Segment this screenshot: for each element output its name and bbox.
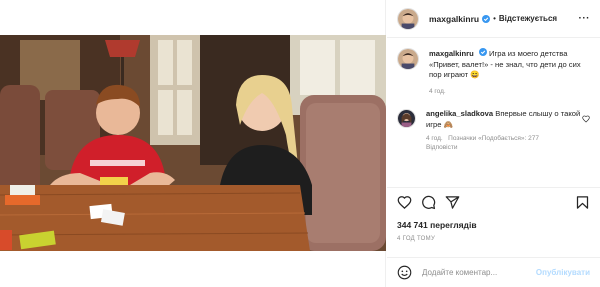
view-count[interactable]: 344 741 переглядів	[397, 220, 477, 230]
bookmark-icon[interactable]	[575, 195, 590, 210]
heart-icon[interactable]	[397, 195, 412, 210]
media-panel	[0, 0, 386, 287]
post-caption: maxgalkinru Игра из моего детства «Приве…	[387, 38, 600, 97]
more-options-icon[interactable]: ···	[579, 13, 591, 24]
video-frame	[0, 35, 386, 251]
comment-meta: 4 год. Позначки «Подобається»: 277 Відпо…	[426, 134, 584, 152]
post-video[interactable]	[0, 35, 386, 251]
comment-item: angelika_sladkova Впервые слышу о такой …	[387, 97, 600, 152]
caption-body: maxgalkinru Игра из моего детства «Приве…	[429, 48, 589, 97]
following-button[interactable]: Відстежується	[499, 14, 557, 23]
separator-dot: •	[493, 14, 496, 23]
commenter-avatar-image	[398, 110, 415, 127]
caption-author-avatar[interactable]	[397, 48, 419, 70]
comment-body: angelika_sladkova Впервые слышу о такой …	[426, 109, 584, 152]
commenter-avatar[interactable]	[397, 109, 416, 128]
emoji-smile-icon[interactable]	[397, 265, 412, 280]
comment-time: 4 год.	[426, 135, 443, 142]
post-time: 4 ГОД ТОМУ	[397, 236, 436, 242]
caption-username[interactable]: maxgalkinru	[429, 49, 474, 58]
comment-likes-link[interactable]: Позначки «Подобається»: 277	[448, 135, 539, 142]
commenter-username[interactable]: angelika_sladkova	[426, 109, 493, 118]
author-avatar[interactable]	[397, 7, 419, 30]
reply-link[interactable]: Відповісти	[426, 144, 457, 151]
verified-badge-icon	[482, 14, 491, 23]
author-avatar-image	[398, 8, 418, 29]
comment-input[interactable]	[422, 268, 532, 277]
caption-verified-badge-icon	[478, 48, 487, 56]
comment-bubble-icon[interactable]	[421, 195, 436, 210]
author-username[interactable]: maxgalkinru	[429, 14, 479, 24]
post-header: maxgalkinru • Відстежується ···	[387, 0, 600, 38]
comment-heart-icon[interactable]	[582, 115, 590, 123]
paper-plane-icon[interactable]	[445, 195, 460, 210]
caption-time: 4 год.	[429, 87, 446, 95]
post-side-panel: maxgalkinru • Відстежується ··· maxgalki…	[387, 0, 600, 287]
caption-avatar-image	[398, 49, 418, 69]
action-bar	[387, 187, 600, 210]
comment-composer: Опублікувати	[387, 257, 600, 287]
publish-button[interactable]: Опублікувати	[536, 268, 590, 277]
